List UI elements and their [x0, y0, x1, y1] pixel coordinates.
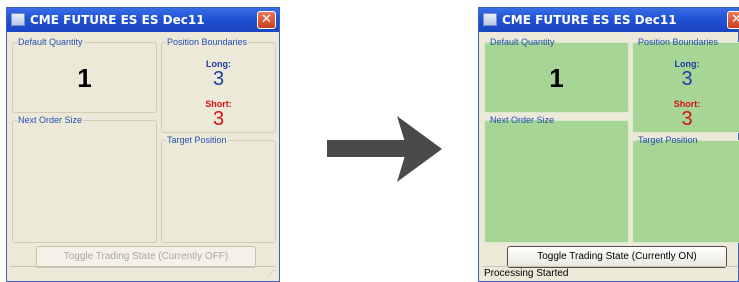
next-order-size-group: Next Order Size [12, 115, 157, 243]
trading-window-off: CME FUTURE ES ES Dec11 ✕ Default Quantit… [6, 7, 280, 282]
right-arrow-icon [327, 116, 442, 182]
default-quantity-label: Default Quantity [490, 37, 555, 47]
position-boundaries-label: Position Boundaries [638, 37, 719, 47]
status-text: Processing Started [484, 268, 569, 279]
close-icon[interactable]: ✕ [257, 11, 276, 29]
default-quantity-value[interactable]: 1 [485, 63, 628, 94]
long-value[interactable]: 3 [162, 68, 275, 91]
default-quantity-value[interactable]: 1 [13, 63, 156, 94]
short-value[interactable]: 3 [162, 108, 275, 131]
status-bar: ⋰ [10, 266, 276, 281]
target-position-label: Target Position [167, 135, 227, 145]
toggle-trading-state-button[interactable]: Toggle Trading State (Currently OFF) [36, 246, 256, 268]
position-boundaries-label: Position Boundaries [167, 37, 248, 47]
toggle-trading-state-button[interactable]: Toggle Trading State (Currently ON) [507, 246, 727, 268]
position-boundaries-group: Position Boundaries Long: 3 Short: 3 [161, 37, 276, 133]
status-bar: Processing Started [482, 266, 738, 281]
next-order-size-label: Next Order Size [18, 115, 83, 125]
window-title: CME FUTURE ES ES Dec11 [30, 13, 205, 27]
next-order-size-group: Next Order Size [484, 115, 629, 243]
resize-grip-icon[interactable]: ⋰ [267, 267, 275, 280]
position-boundaries-group: Position Boundaries Long: 3 Short: 3 [632, 37, 739, 133]
default-quantity-label: Default Quantity [18, 37, 83, 47]
window-client: Default Quantity 1 Position Boundaries L… [482, 35, 739, 281]
window-app-icon [483, 13, 497, 26]
target-position-group: Target Position [632, 135, 739, 243]
trading-window-on: CME FUTURE ES ES Dec11 ✕ Default Quantit… [478, 7, 739, 282]
default-quantity-group: Default Quantity 1 [12, 37, 157, 113]
window-client: Default Quantity 1 Position Boundaries L… [10, 35, 276, 281]
long-value[interactable]: 3 [633, 68, 739, 91]
title-bar[interactable]: CME FUTURE ES ES Dec11 ✕ [7, 8, 279, 32]
short-value[interactable]: 3 [633, 108, 739, 131]
target-position-label: Target Position [638, 135, 698, 145]
title-bar[interactable]: CME FUTURE ES ES Dec11 ✕ [479, 8, 739, 32]
target-position-group: Target Position [161, 135, 276, 243]
close-icon[interactable]: ✕ [727, 11, 739, 29]
default-quantity-group: Default Quantity 1 [484, 37, 629, 113]
next-order-size-label: Next Order Size [490, 115, 555, 125]
window-app-icon [11, 13, 25, 26]
window-title: CME FUTURE ES ES Dec11 [502, 13, 677, 27]
